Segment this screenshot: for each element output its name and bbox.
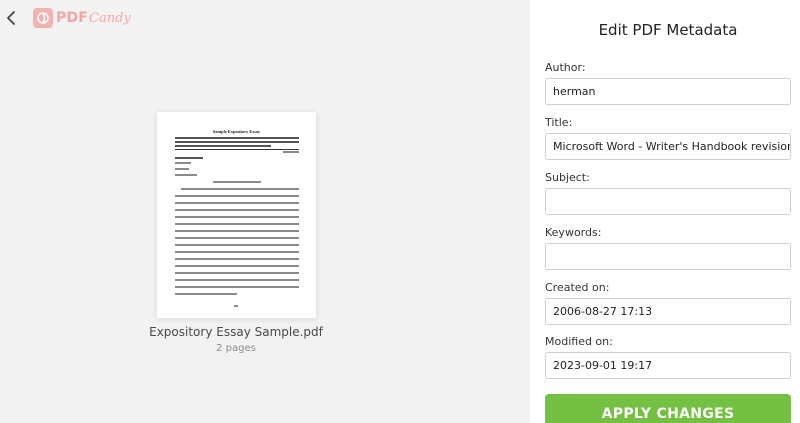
thumbnail-line: [175, 141, 299, 143]
thumbnail-line: [181, 188, 299, 190]
brand-name-bold: PDF: [56, 10, 89, 26]
thumbnail-line: [175, 230, 299, 232]
thumbnail-line: [175, 286, 299, 288]
subject-field[interactable]: [545, 188, 791, 215]
thumbnail-line: [175, 251, 299, 253]
brand-name-italic: Candy: [89, 10, 131, 26]
brand-logo[interactable]: PDF Candy: [33, 8, 131, 28]
keywords-label: Keywords:: [545, 226, 602, 239]
preview-pane: PDF Candy Sample Expository Essay Exposi…: [0, 0, 530, 423]
thumbnail-line: [175, 168, 189, 170]
thumbnail-line: [213, 181, 261, 183]
thumbnail-line: [175, 272, 299, 274]
thumbnail-line: [175, 195, 299, 197]
thumbnail-page-number: [234, 305, 238, 307]
back-button[interactable]: [4, 8, 20, 28]
thumbnail-line: [175, 293, 237, 295]
document-heading: Sample Expository Essay: [212, 129, 261, 134]
thumbnail-line: [175, 237, 299, 239]
title-field[interactable]: Microsoft Word - Writer's Handbook revis…: [545, 133, 791, 160]
thumbnail-line: [175, 162, 191, 164]
metadata-panel: Edit PDF Metadata Author: herman Title: …: [530, 0, 800, 423]
thumbnail-line: [175, 216, 299, 218]
thumbnail-line: [175, 174, 197, 176]
thumbnail-line: [175, 244, 299, 246]
thumbnail-line: [175, 223, 299, 225]
keywords-field[interactable]: [545, 243, 791, 270]
thumbnail-line: [175, 202, 299, 204]
pdf-thumbnail[interactable]: Sample Expository Essay: [157, 112, 316, 318]
thumbnail-line: [175, 145, 271, 147]
panel-title: Edit PDF Metadata: [598, 21, 738, 39]
thumbnail-line: [175, 209, 299, 211]
thumbnail-line: [175, 137, 299, 139]
modified-label: Modified on:: [545, 335, 613, 348]
thumbnail-line: [175, 258, 299, 260]
pdfcandy-logo-icon: [33, 8, 53, 28]
created-date-field[interactable]: 2006-08-27 17:13: [545, 298, 791, 325]
modified-date-field[interactable]: 2023-09-01 19:17: [545, 352, 791, 379]
subject-label: Subject:: [545, 171, 590, 184]
author-field[interactable]: herman: [545, 78, 791, 105]
thumbnail-line: [175, 157, 203, 159]
thumbnail-line: [175, 265, 299, 267]
chevron-left-icon: [7, 11, 15, 25]
created-label: Created on:: [545, 281, 610, 294]
file-name: Expository Essay Sample.pdf: [149, 325, 323, 339]
thumbnail-line: [283, 151, 299, 153]
page-count: 2 pages: [216, 343, 256, 354]
thumbnail-line: [175, 279, 299, 281]
author-label: Author:: [545, 61, 586, 74]
thumbnail-rule: [175, 149, 299, 150]
top-bar: PDF Candy: [0, 0, 530, 34]
title-label: Title:: [545, 116, 573, 129]
apply-changes-button[interactable]: APPLY CHANGES: [545, 394, 791, 423]
